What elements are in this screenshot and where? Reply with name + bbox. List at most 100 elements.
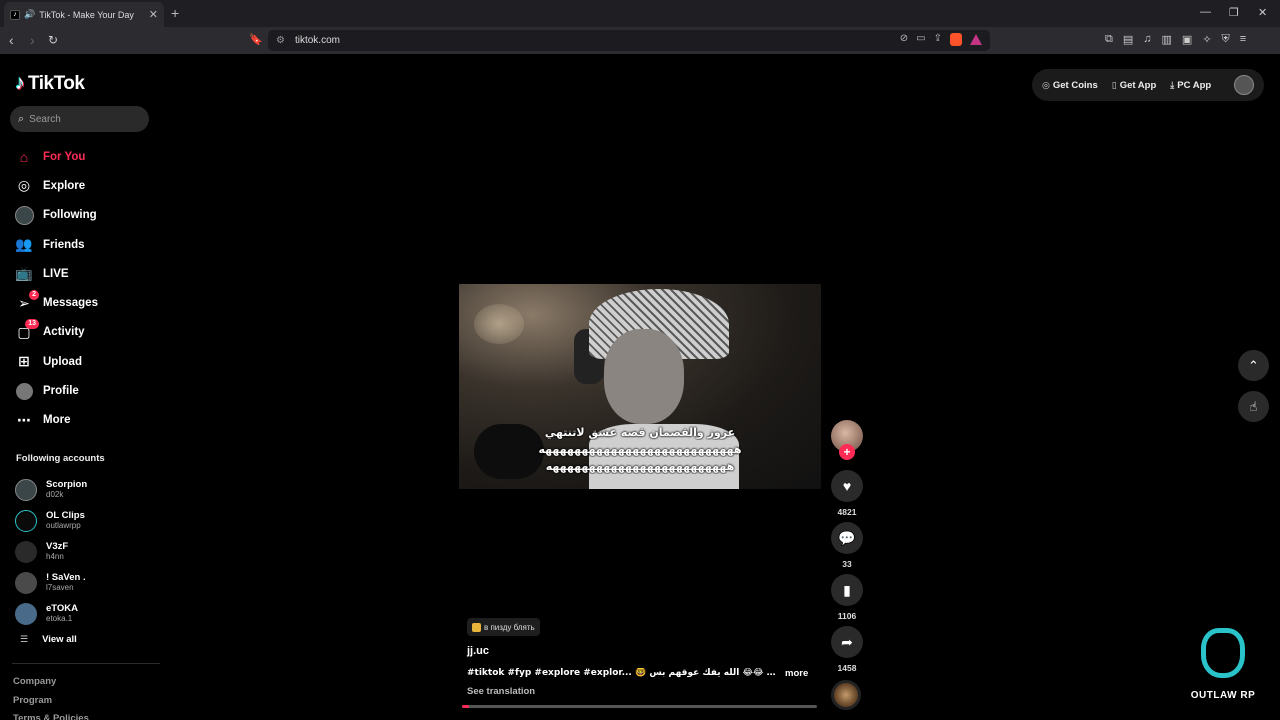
pc-app-label: PC App [1177, 79, 1212, 91]
nav-explore[interactable]: ◎ Explore [14, 171, 159, 200]
footer-link-company[interactable]: Company [13, 676, 56, 687]
account-name: OL Clips [46, 510, 85, 521]
see-translation-button[interactable]: See translation [467, 686, 535, 697]
pc-app-button[interactable]: ⤓ PC App [1170, 80, 1211, 91]
avatar [15, 509, 37, 532]
following-avatar-icon [14, 205, 34, 225]
forward-icon[interactable]: › [30, 32, 35, 48]
avatar [15, 602, 37, 625]
video-progress-bar[interactable] [462, 705, 817, 708]
account-handle: d02k [46, 490, 64, 499]
watermark-text: OUTLAW RP [1190, 690, 1256, 701]
account-item[interactable]: ! SaVen . l7saven [15, 567, 160, 598]
site-settings-icon[interactable]: ⚙ [276, 35, 285, 46]
translate-off-icon[interactable]: ⊘ [900, 33, 908, 46]
account-handle: l7saven [46, 583, 74, 592]
menu-icon[interactable]: ≡ [1240, 33, 1246, 46]
nav-profile[interactable]: Profile [14, 376, 159, 405]
comment-button[interactable]: 💬 [831, 522, 863, 554]
account-handle: outlawrpp [46, 521, 81, 530]
nav-more[interactable]: ⋯ More [14, 406, 159, 435]
account-item[interactable]: OL Clips outlawrpp [15, 505, 160, 536]
search-input[interactable] [29, 113, 130, 125]
account-item[interactable]: eTOKA etoka.1 [15, 598, 160, 629]
paper-plane-icon: ➢ 2 [14, 290, 39, 313]
video-player[interactable]: عزوز والقصمان قصه عشق لاتنتهي هههههههههه… [459, 284, 821, 489]
save-button[interactable]: ▮ [831, 574, 863, 606]
window-close-icon[interactable]: ✕ [1258, 6, 1267, 19]
sidebar-icon[interactable]: ▥ [1162, 33, 1172, 46]
like-count: 4821 [837, 507, 857, 517]
user-avatar[interactable] [1234, 75, 1254, 95]
video-description: #tiktok #fyp #explore #explor... 🤓 عزوز … [467, 668, 812, 679]
home-icon: ⌂ [19, 148, 29, 165]
nav-upload[interactable]: ⊞ Upload [14, 347, 159, 376]
nav-label: Friends [43, 238, 85, 251]
extensions-icon[interactable]: ⧉ [1105, 33, 1113, 46]
cast-icon[interactable]: ▭ [916, 33, 925, 46]
nav-following[interactable]: Following [14, 201, 159, 230]
footer-link-terms[interactable]: Terms & Policies [13, 713, 89, 720]
account-name: ! SaVen . [46, 572, 86, 583]
comment-icon: 💬 [838, 529, 856, 546]
logo-text: TikTok [28, 72, 85, 94]
avatar [15, 478, 37, 501]
share-icon[interactable]: ⇪ [934, 33, 942, 46]
effect-chip[interactable]: в пизду блять [467, 618, 540, 636]
coin-icon: ◎ [1042, 79, 1050, 90]
browser-tab[interactable]: ♪ 🔊 TikTok - Make Your Day ✕ [4, 2, 164, 27]
minimize-icon[interactable]: — [1200, 6, 1211, 18]
hand-cursor-icon: ☝ [1249, 398, 1258, 414]
nav-label: Profile [43, 385, 79, 398]
account-item[interactable]: Scorpion d02k [15, 474, 160, 505]
brave-shields-icon[interactable] [950, 33, 962, 46]
back-icon[interactable]: ‹ [9, 32, 14, 48]
search-box[interactable]: ⌕ [10, 106, 149, 132]
nav-for-you[interactable]: ⌂ For You [14, 142, 159, 171]
account-handle: h4nn [46, 552, 64, 561]
account-name: V3zF [46, 541, 69, 552]
video-caption-line: هههههههههههههههههههههههههههه [538, 443, 742, 456]
nav-activity[interactable]: ▢ 13 Activity [14, 318, 159, 347]
wallet-icon[interactable]: ▣ [1182, 33, 1192, 46]
account-item[interactable]: V3zF h4nn [15, 536, 160, 567]
video-author[interactable]: jj.uc [467, 645, 489, 657]
compass-icon: ◎ [17, 177, 31, 194]
get-app-label: Get App [1119, 79, 1157, 91]
leo-ai-icon[interactable]: ✧ [1202, 33, 1211, 46]
view-all-button[interactable]: ☰ View all [20, 634, 77, 645]
nav-friends[interactable]: 👥 Friends [14, 230, 159, 259]
get-coins-button[interactable]: ◎ Get Coins [1042, 80, 1098, 91]
footer-link-program[interactable]: Program [13, 695, 52, 706]
brave-rewards-icon[interactable] [970, 34, 982, 45]
chevron-up-icon: ⌃ [1248, 357, 1259, 373]
more-button[interactable]: more [785, 668, 808, 679]
phone-icon: ▯ [1111, 79, 1117, 90]
like-button[interactable]: ♥ [831, 470, 863, 502]
activity-icon: ▢ 13 [14, 319, 39, 342]
new-tab-icon[interactable]: + [171, 5, 179, 21]
view-all-label: View all [42, 634, 77, 645]
previous-video-button[interactable]: ⌃ [1238, 350, 1269, 381]
close-tab-icon[interactable]: ✕ [149, 8, 158, 21]
vpn-icon[interactable]: ⛨ [1222, 33, 1230, 46]
account-name: eTOKA [46, 603, 79, 614]
music-icon[interactable]: ♫ [1143, 33, 1151, 46]
follow-plus-icon[interactable]: + [839, 444, 855, 460]
share-button[interactable]: ➦ [831, 626, 863, 658]
restore-icon[interactable]: ❐ [1229, 6, 1239, 19]
reload-icon[interactable]: ↻ [48, 32, 58, 48]
music-disc[interactable] [831, 680, 861, 710]
browser-tab-bar: ♪ 🔊 TikTok - Make Your Day ✕ + — ❐ ✕ [0, 0, 1280, 27]
next-video-button[interactable]: ☝ [1238, 391, 1269, 422]
speaker-icon[interactable]: 🔊 [24, 9, 35, 20]
nav-live[interactable]: 📺 LIVE [14, 259, 159, 288]
nav-messages[interactable]: ➢ 2 Messages [14, 288, 159, 317]
tiktok-logo[interactable]: ♪ TikTok [15, 72, 85, 95]
bookmark-icon[interactable]: 🔖 [249, 33, 263, 46]
avatar [15, 540, 37, 563]
reader-icon[interactable]: ▤ [1123, 33, 1133, 46]
address-bar[interactable]: ⚙ tiktok.com ⊘ ▭ ⇪ [268, 30, 990, 51]
get-app-button[interactable]: ▯ Get App [1112, 80, 1157, 91]
comment-count: 33 [842, 559, 852, 569]
